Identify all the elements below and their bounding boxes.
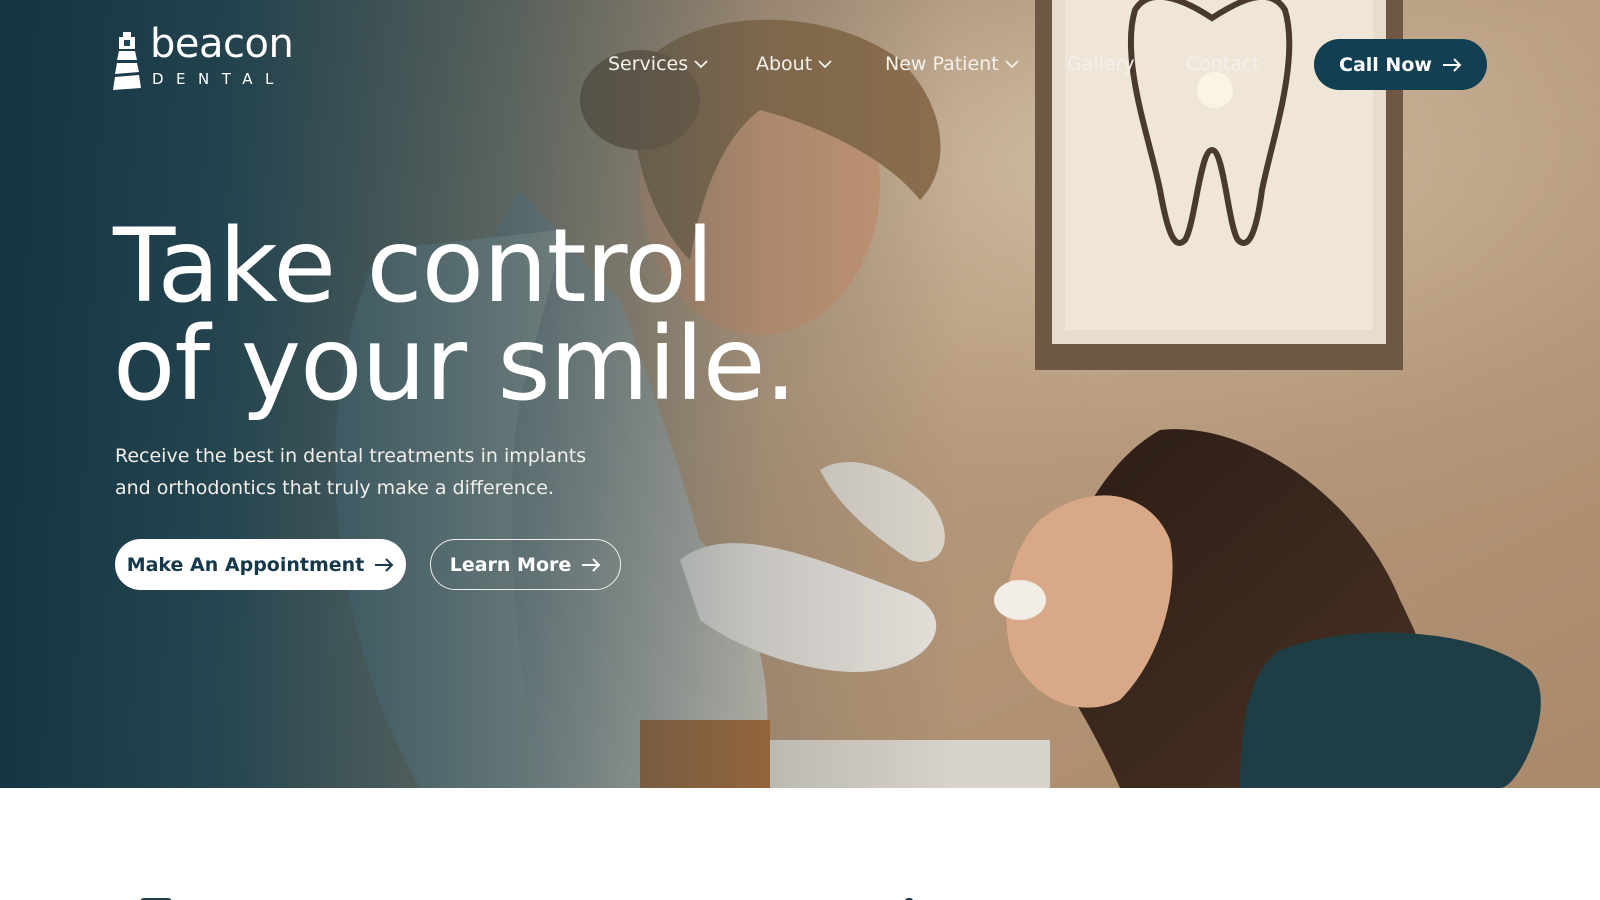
call-now-button[interactable]: Call Now [1314,39,1487,90]
arrow-right-icon [375,557,394,572]
nav-label-gallery: Gallery [1067,53,1135,75]
hero-subtext-line-2: and orthodontics that truly make a diffe… [115,477,554,499]
hero-headline-line-2: of your smile. [113,305,797,424]
hero-headline-line-1: Take control [113,207,714,326]
hero-subtext: Receive the best in dental treatments in… [115,440,587,504]
nav-label-contact: Contact [1186,53,1260,75]
brand-name: beacon [150,21,294,67]
chevron-down-icon [818,59,832,68]
arrow-right-icon [1442,57,1462,72]
make-appointment-button[interactable]: Make An Appointment [115,539,406,590]
nav-item-services[interactable]: Services [608,52,708,76]
brand-logo[interactable]: beacon DENTAL [113,24,294,92]
arrow-right-icon [582,557,601,572]
lighthouse-icon [113,32,141,90]
nav-label-services: Services [608,53,689,75]
chevron-down-icon [1005,59,1019,68]
hero-headline: Take control of your smile. [113,207,873,424]
nav-item-new-patient[interactable]: New Patient [885,52,1019,76]
chevron-down-icon [694,59,708,68]
next-section [0,788,1600,900]
make-appointment-label: Make An Appointment [126,553,365,576]
brand-subtitle: DENTAL [152,70,286,88]
nav-item-about[interactable]: About [756,52,832,76]
nav-label-about: About [756,53,813,75]
learn-more-label: Learn More [449,553,572,576]
call-now-label: Call Now [1339,53,1432,76]
hero-section: beacon DENTAL Services About New Patient… [0,0,1600,788]
nav-label-new-patient: New Patient [885,53,999,75]
hero-subtext-line-1: Receive the best in dental treatments in… [115,445,587,467]
learn-more-button[interactable]: Learn More [430,539,621,590]
nav-item-contact[interactable]: Contact [1186,52,1260,76]
nav-item-gallery[interactable]: Gallery [1067,52,1135,76]
